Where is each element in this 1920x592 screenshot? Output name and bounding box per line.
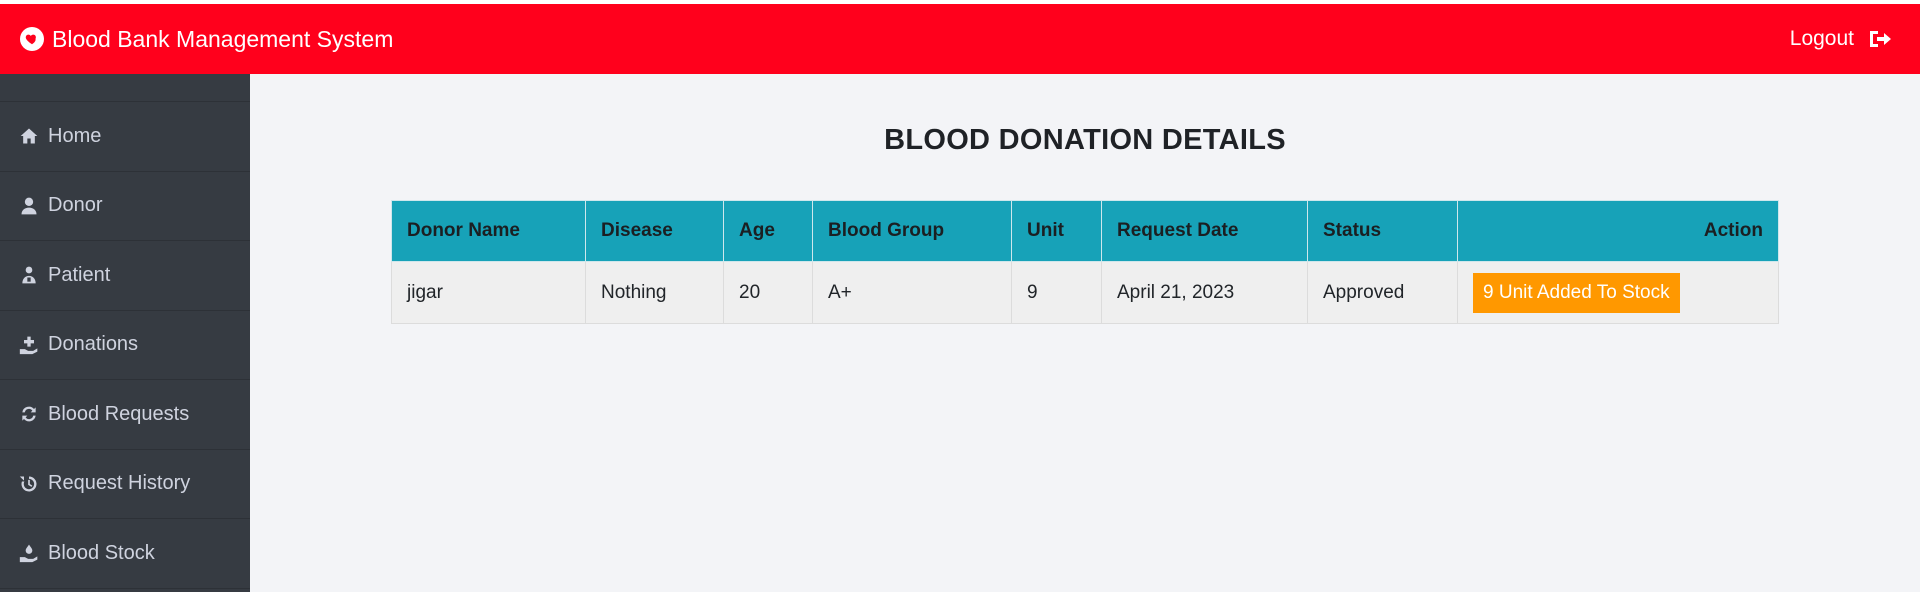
sidebar-item-label: Blood Stock [48, 541, 155, 564]
sidebar-item-blood-requests[interactable]: Blood Requests [0, 380, 250, 450]
logout-button[interactable]: Logout [1790, 27, 1900, 51]
col-age: Age [723, 200, 813, 262]
sidebar: Home Donor Patient Donations Blood Reque… [0, 74, 250, 592]
stock-added-badge: 9 Unit Added To Stock [1473, 272, 1680, 313]
col-disease: Disease [585, 200, 724, 262]
sidebar-item-label: Donations [48, 333, 139, 356]
sidebar-item-blood-stock[interactable]: Blood Stock [0, 519, 250, 589]
col-unit: Unit [1011, 200, 1102, 262]
sidebar-item-label: Home [48, 124, 102, 147]
cell-age: 20 [723, 261, 813, 324]
table-header-row: Donor Name Disease Age Blood Group Unit … [391, 200, 1779, 262]
sidebar-item-donations[interactable]: Donations [0, 311, 250, 380]
history-icon [18, 473, 40, 495]
col-request-date: Request Date [1101, 200, 1308, 262]
sidebar-item-home[interactable]: Home [0, 102, 250, 172]
table-row: jigar Nothing 20 A+ 9 April 21, 2023 App… [391, 261, 1779, 324]
sidebar-item-label: Patient [48, 263, 111, 286]
top-navbar: Blood Bank Management System Logout [0, 4, 1920, 74]
cell-action: 9 Unit Added To Stock [1457, 261, 1779, 324]
heart-icon [20, 27, 44, 51]
cell-blood-group: A+ [812, 261, 1012, 324]
cell-unit: 9 [1011, 261, 1102, 324]
logout-label: Logout [1789, 27, 1854, 50]
sidebar-item-label: Donor [48, 194, 103, 217]
sidebar-item-patient[interactable]: Patient [0, 241, 250, 311]
main-content: BLOOD DONATION DETAILS Donor Name Diseas… [250, 74, 1920, 592]
patient-icon [18, 264, 40, 286]
sidebar-item-label: Request History [48, 472, 191, 495]
cell-donor-name: jigar [391, 261, 586, 324]
donation-table: Donor Name Disease Age Blood Group Unit … [391, 200, 1779, 324]
col-blood-group: Blood Group [812, 200, 1012, 262]
hand-drop-icon [18, 542, 40, 564]
col-status: Status [1307, 200, 1458, 262]
donate-icon [18, 334, 40, 356]
col-donor-name: Donor Name [391, 200, 586, 262]
refresh-icon [18, 403, 40, 425]
page-title: BLOOD DONATION DETAILS [884, 124, 1286, 156]
logout-icon [1870, 31, 1891, 47]
sidebar-item-label: Blood Requests [48, 402, 190, 425]
col-action: Action [1457, 200, 1779, 262]
user-icon [18, 195, 40, 217]
sidebar-top-divider [0, 74, 250, 102]
home-icon [18, 125, 40, 147]
brand[interactable]: Blood Bank Management System [20, 26, 393, 53]
cell-disease: Nothing [585, 261, 724, 324]
cell-request-date: April 21, 2023 [1101, 261, 1308, 324]
cell-status: Approved [1307, 261, 1458, 324]
sidebar-item-request-history[interactable]: Request History [0, 450, 250, 519]
app-title: Blood Bank Management System [52, 25, 394, 52]
sidebar-item-donor[interactable]: Donor [0, 172, 250, 241]
